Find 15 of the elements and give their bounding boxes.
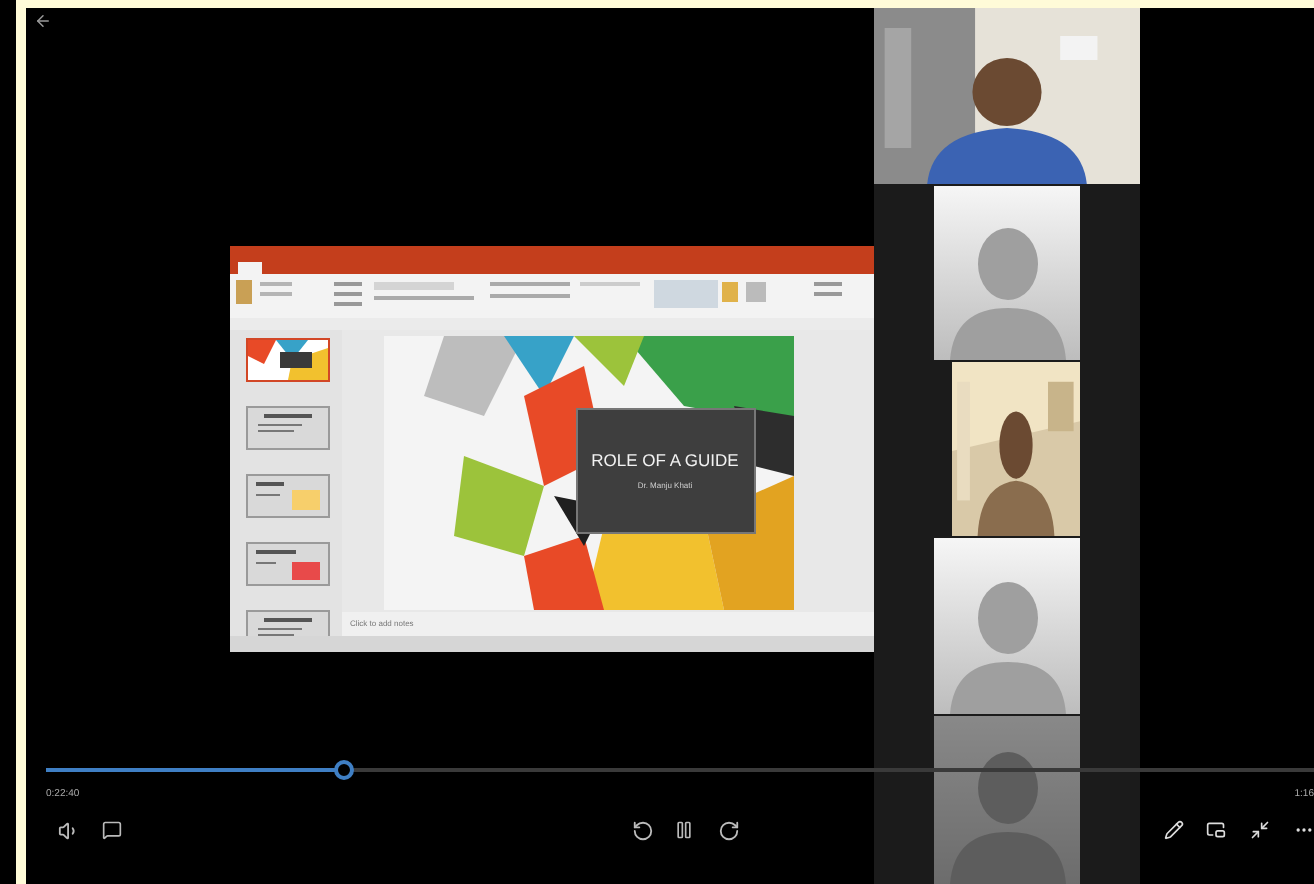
pen-icon[interactable] [1164, 820, 1184, 840]
minimize-icon[interactable] [1250, 820, 1270, 840]
back-button[interactable] [34, 12, 52, 30]
slide-thumbnail[interactable] [246, 338, 330, 382]
progress-thumb[interactable] [333, 760, 354, 780]
captions-icon[interactable] [102, 820, 122, 840]
slide-thumbnail[interactable] [246, 406, 330, 450]
picture-in-picture-icon[interactable] [1206, 820, 1226, 840]
forward-icon[interactable] [718, 820, 740, 842]
volume-icon[interactable] [58, 820, 80, 842]
slide-title: ROLE OF A GUIDE [591, 452, 739, 470]
slide-thumbnail[interactable] [246, 474, 330, 518]
rewind-icon[interactable] [632, 820, 654, 842]
slide-thumbnail[interactable] [246, 542, 330, 586]
pause-icon[interactable] [674, 820, 694, 840]
